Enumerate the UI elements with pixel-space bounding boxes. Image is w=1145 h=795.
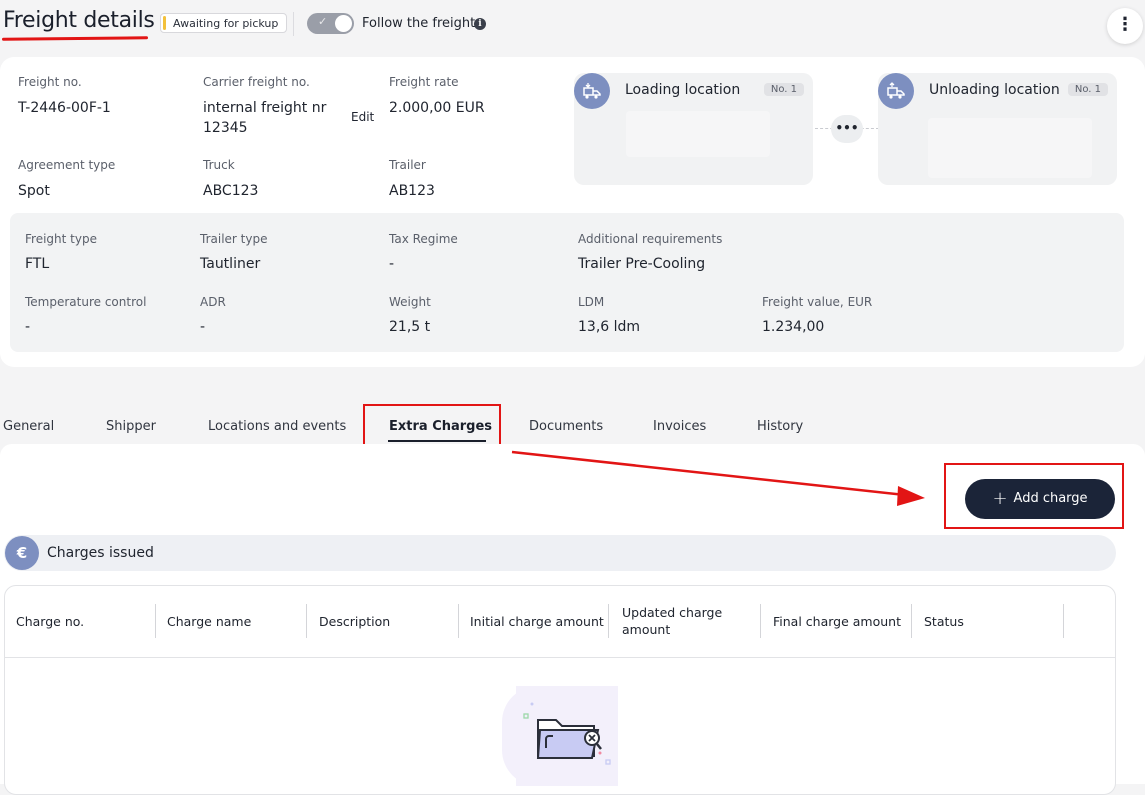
agreement-type-label: Agreement type xyxy=(18,158,116,172)
ldm-value: 13,6 ldm xyxy=(578,319,641,335)
tab-documents[interactable]: Documents xyxy=(529,419,603,434)
follow-freight-toggle[interactable]: ✓ xyxy=(307,13,354,34)
temperature-control-label: Temperature control xyxy=(25,295,147,309)
annotation-box-add-charge xyxy=(944,463,1124,529)
additional-requirements-label: Additional requirements xyxy=(578,232,723,246)
column-header-charge-name[interactable]: Charge name xyxy=(167,604,302,638)
column-divider xyxy=(458,604,459,638)
tab-locations-and-events[interactable]: Locations and events xyxy=(208,419,346,434)
truck-value: ABC123 xyxy=(203,183,259,199)
column-header-initial-charge-amount[interactable]: Initial charge amount xyxy=(470,604,605,638)
header-divider xyxy=(293,12,294,36)
freight-no-label: Freight no. xyxy=(18,75,82,89)
trailer-label: Trailer xyxy=(389,158,426,172)
ldm-label: LDM xyxy=(578,295,605,309)
additional-requirements-value: Trailer Pre-Cooling xyxy=(578,256,706,272)
tab-invoices[interactable]: Invoices xyxy=(653,419,706,434)
column-divider xyxy=(155,604,156,638)
loading-location-address-placeholder xyxy=(626,111,770,157)
column-divider xyxy=(306,604,307,638)
freight-rate-label: Freight rate xyxy=(389,75,459,89)
column-header-updated-charge-amount[interactable]: Updated charge amount xyxy=(622,604,747,638)
title-underline-annotation xyxy=(1,36,149,41)
truck-label: Truck xyxy=(203,158,235,172)
agreement-type-value: Spot xyxy=(18,183,50,199)
column-header-status[interactable]: Status xyxy=(924,604,1059,638)
weight-label: Weight xyxy=(389,295,431,309)
empty-folder-icon xyxy=(502,686,618,786)
carrier-freight-no-value: internal freight nr 12345 xyxy=(203,100,327,136)
column-divider xyxy=(760,604,761,638)
column-divider xyxy=(911,604,912,638)
loading-location-card[interactable]: Loading location No. 1 xyxy=(574,73,813,185)
unloading-location-address-placeholder xyxy=(928,118,1092,178)
info-icon[interactable]: i xyxy=(474,18,486,30)
truck-unloading-icon xyxy=(878,73,914,109)
charges-issued-title: Charges issued xyxy=(47,545,154,561)
trailer-type-label: Trailer type xyxy=(200,232,268,246)
tax-regime-value: - xyxy=(389,256,395,272)
toggle-knob xyxy=(335,15,352,32)
column-divider xyxy=(1063,604,1064,638)
freight-type-value: FTL xyxy=(25,256,50,272)
freight-value-label: Freight value, EUR xyxy=(762,295,873,309)
status-badge: Awaiting for pickup xyxy=(160,13,288,33)
charges-issued-header xyxy=(4,535,1116,571)
tab-history[interactable]: History xyxy=(757,419,803,434)
more-menu-icon[interactable]: ⋮ xyxy=(1107,8,1143,44)
column-divider xyxy=(608,604,609,638)
more-stops-button[interactable]: ••• xyxy=(831,115,863,143)
column-header-description[interactable]: Description xyxy=(319,604,454,638)
tab-shipper[interactable]: Shipper xyxy=(106,419,156,434)
tax-regime-label: Tax Regime xyxy=(389,232,458,246)
follow-freight-label: Follow the freight xyxy=(362,16,476,31)
loading-location-title: Loading location xyxy=(625,82,741,98)
freight-type-label: Freight type xyxy=(25,232,97,246)
unloading-location-card[interactable]: Unloading location No. 1 xyxy=(878,73,1117,185)
freight-value-value: 1.234,00 xyxy=(762,319,825,335)
adr-label: ADR xyxy=(200,295,226,309)
weight-value: 21,5 t xyxy=(389,319,431,335)
freight-specs-panel xyxy=(10,213,1124,352)
freight-rate-value: 2.000,00 EUR xyxy=(389,100,485,116)
column-header-final-charge-amount[interactable]: Final charge amount xyxy=(773,604,908,638)
euro-icon: € xyxy=(5,536,39,570)
truck-loading-icon xyxy=(574,73,610,109)
trailer-type-value: Tautliner xyxy=(200,256,261,272)
column-header-charge-no[interactable]: Charge no. xyxy=(16,604,151,638)
loading-location-number: No. 1 xyxy=(763,83,804,96)
unloading-location-title: Unloading location xyxy=(929,82,1060,98)
temperature-control-value: - xyxy=(25,319,31,335)
unloading-location-number: No. 1 xyxy=(1067,83,1108,96)
tab-general[interactable]: General xyxy=(3,419,54,434)
adr-value: - xyxy=(200,319,206,335)
carrier-freight-no-label: Carrier freight no. xyxy=(203,75,310,89)
edit-carrier-freight-no-button[interactable]: Edit xyxy=(351,110,374,124)
trailer-value: AB123 xyxy=(389,183,435,199)
freight-no-value: T-2446-00F-1 xyxy=(18,100,111,116)
page-title: Freight details xyxy=(3,8,155,33)
check-icon: ✓ xyxy=(318,15,328,28)
